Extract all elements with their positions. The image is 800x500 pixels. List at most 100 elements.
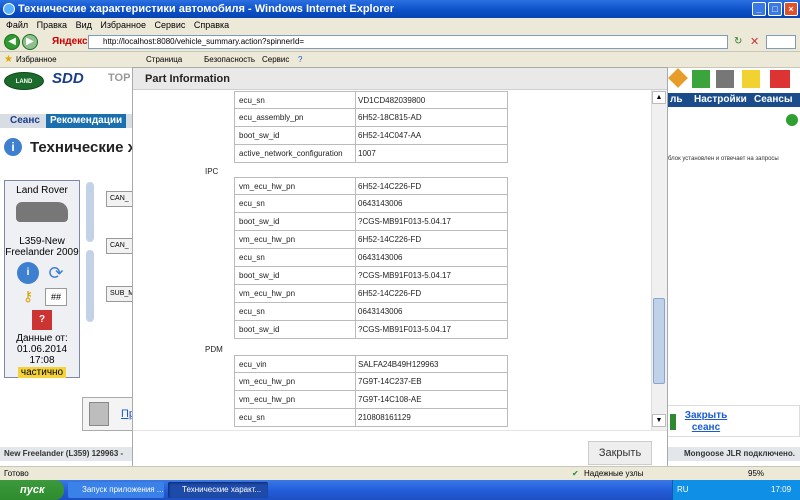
scroll-down-icon[interactable]: ▼	[652, 414, 666, 427]
status-text: Готово	[4, 469, 29, 478]
window-title: Технические характеристики автомобиля - …	[18, 3, 394, 15]
part-value: 0643143006	[355, 195, 509, 213]
land-rover-logo: LAND ROVER	[4, 72, 44, 103]
can-node[interactable]: CAN_	[106, 191, 136, 207]
part-key: ecu_sn	[239, 96, 265, 105]
language-indicator[interactable]: RU	[677, 480, 689, 500]
part-key: ecu_sn	[239, 199, 265, 208]
key-icon[interactable]: ⚷	[17, 288, 39, 306]
part-value: 6H52-14C226-FD	[355, 285, 509, 303]
part-value: ?CGS-MB91F013-5.04.17	[355, 267, 509, 285]
part-key: ecu_assembly_pn	[239, 113, 304, 122]
menu-tools[interactable]: Сервис	[155, 20, 186, 30]
part-value: 6H52-14C047-AA	[355, 127, 509, 145]
part-key: ecu_vin	[239, 360, 267, 369]
close-session-box: Закрыть сеанс	[667, 405, 800, 437]
taskbar-item-launcher[interactable]: Запуск приложения ...	[68, 482, 164, 498]
part-key: boot_sw_id	[239, 131, 280, 140]
yandex-label[interactable]: Яндекс	[52, 36, 88, 47]
start-button[interactable]: пуск	[0, 480, 64, 500]
sync-icon[interactable]: ⟳	[45, 262, 67, 284]
address-bar: ◀ ▶ Яндекс http://localhost:8080/vehicle…	[0, 32, 800, 52]
security-menu[interactable]: Безопасность	[204, 52, 255, 68]
module-icon[interactable]	[716, 70, 734, 88]
tools-menu[interactable]: Сервис	[262, 52, 289, 68]
part-key: ecu_sn	[239, 413, 265, 422]
group-label: PDM	[205, 345, 223, 354]
part-row: ecu_sn 0643143006	[234, 303, 508, 321]
part-value: ?CGS-MB91F013-5.04.17	[355, 213, 509, 231]
vehicle-panel: Land Rover L359-New Freelander 2009 i ⟳ …	[4, 180, 80, 378]
forward-arrow-icon[interactable]: ▶	[22, 34, 38, 50]
tab-partial[interactable]: ль	[670, 93, 683, 107]
zone-check-icon: ✔	[572, 469, 579, 478]
part-row: boot_sw_id ?CGS-MB91F013-5.04.17	[234, 213, 508, 231]
close-button[interactable]: Закрыть	[588, 441, 652, 465]
menu-view[interactable]: Вид	[76, 20, 92, 30]
can-node[interactable]: CAN_	[106, 238, 136, 254]
menu-edit[interactable]: Правка	[37, 20, 67, 30]
close-session-icon[interactable]	[670, 414, 676, 430]
car-icon	[16, 202, 68, 222]
connector-bar	[86, 182, 94, 242]
part-row: active_network_configuration 1007	[234, 145, 508, 163]
menu-favorites[interactable]: Избранное	[100, 20, 146, 30]
refresh-icon[interactable]: ↻	[734, 36, 742, 47]
hash-icon[interactable]: ##	[45, 288, 67, 306]
info-icon: i	[4, 138, 22, 156]
tab-session[interactable]: Сеанс	[6, 114, 44, 128]
zoom-level[interactable]: 95%	[748, 467, 764, 481]
status-message: блок установлен и отвечает на запросы	[668, 156, 779, 162]
search-box[interactable]	[766, 35, 796, 49]
can-node[interactable]: SUB_M	[106, 286, 136, 302]
part-row: ecu_sn VD1CD482039800	[234, 91, 508, 110]
taskbar-item-ie[interactable]: Технические характ...	[168, 482, 268, 498]
part-key: active_network_configuration	[239, 149, 343, 158]
part-value: 210808161129	[355, 409, 509, 427]
url-input[interactable]: http://localhost:8080/vehicle_summary.ac…	[88, 35, 728, 49]
vehicle-status-text: New Freelander (L359) 129963 -	[4, 449, 124, 458]
close-window-icon[interactable]: ×	[784, 2, 798, 16]
tab-settings[interactable]: Настройки	[694, 93, 747, 107]
vehicle-info-icon[interactable]: i	[17, 262, 39, 284]
scroll-up-icon[interactable]: ▲	[652, 91, 666, 104]
tool-icon[interactable]	[692, 70, 710, 88]
help-document-icon[interactable]: ?	[32, 310, 52, 330]
part-row: ecu_sn 210808161129	[234, 409, 508, 427]
maximize-icon[interactable]: □	[768, 2, 782, 16]
part-row: vm_ecu_hw_pn 7G9T-14C108-AE	[234, 391, 508, 409]
part-value: 6H52-18C815-AD	[355, 109, 509, 127]
scrollbar-thumb[interactable]	[653, 298, 665, 384]
tab-sessions[interactable]: Сеансы	[754, 93, 793, 107]
status-badge: частично	[17, 367, 67, 378]
connector-bar	[86, 250, 94, 322]
part-key: boot_sw_id	[239, 217, 280, 226]
window-title-bar: Технические характеристики автомобиля - …	[0, 0, 800, 18]
clock: 17:09	[771, 485, 792, 494]
alert-icon[interactable]	[770, 70, 790, 88]
menu-help[interactable]: Справка	[194, 20, 229, 30]
data-date-value: 01.06.2014 17:08	[16, 344, 68, 366]
back-arrow-icon[interactable]: ◀	[4, 34, 20, 50]
help-icon[interactable]: ?	[298, 52, 302, 68]
page-menu[interactable]: Страница	[146, 52, 182, 68]
part-row: vm_ecu_hw_pn 7G9T-14C237-EB	[234, 373, 508, 391]
security-zone: Надежные узлы	[584, 469, 644, 478]
next-arrow-icon[interactable]	[786, 114, 798, 126]
bottom-left-box: Пр	[82, 397, 135, 431]
stop-icon[interactable]: ✕	[750, 35, 759, 48]
favorites-link[interactable]: Избранное	[16, 52, 57, 68]
part-row: boot_sw_id 6H52-14C047-AA	[234, 127, 508, 145]
note-icon[interactable]	[742, 70, 760, 88]
part-key: vm_ecu_hw_pn	[239, 289, 296, 298]
menu-file[interactable]: Файл	[6, 20, 28, 30]
tab-recommendations[interactable]: Рекомендации	[46, 114, 126, 128]
vehicle-brand: Land Rover	[16, 185, 68, 196]
part-row: ecu_sn 0643143006	[234, 195, 508, 213]
part-row: ecu_assembly_pn 6H52-18C815-AD	[234, 109, 508, 127]
part-row: vm_ecu_hw_pn 6H52-14C226-FD	[234, 231, 508, 249]
close-session-link[interactable]: Закрыть сеанс	[680, 410, 732, 434]
minimize-icon[interactable]: _	[752, 2, 766, 16]
checklist-icon[interactable]	[89, 402, 109, 426]
part-value: 6H52-14C226-FD	[355, 178, 509, 196]
